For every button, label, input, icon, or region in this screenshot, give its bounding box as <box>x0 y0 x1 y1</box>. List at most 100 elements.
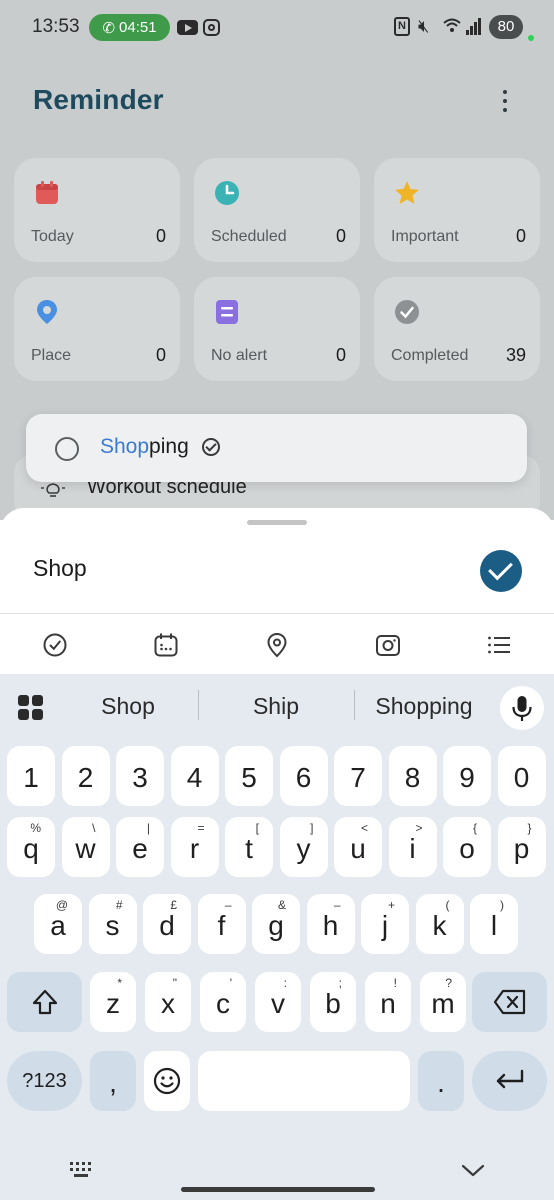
key[interactable]: h – <box>306 894 355 954</box>
key[interactable]: k( <box>415 894 464 954</box>
key[interactable]: w \ <box>61 817 110 877</box>
status-time: 13:53 <box>32 16 80 37</box>
nfc-icon: N <box>394 17 410 36</box>
page-title: Reminder <box>33 84 164 115</box>
phone-icon: ✆ <box>102 19 116 37</box>
card-today[interactable]: Today 0 <box>14 158 180 262</box>
key[interactable]: a @ <box>34 894 82 954</box>
card-label: Important <box>391 228 459 245</box>
navigation-bar <box>0 1150 554 1200</box>
card-place[interactable]: Place 0 <box>14 277 180 381</box>
privacy-indicator-dot <box>528 35 534 41</box>
call-timer: 04:51 <box>119 19 157 36</box>
enter-key[interactable] <box>472 1051 547 1111</box>
divider <box>0 613 554 614</box>
keyboard-switch-icon[interactable] <box>68 1160 96 1180</box>
shift-icon <box>32 989 57 1015</box>
status-bar: 13:53 ✆ 04:51 N 🔇︎ 80 <box>0 12 554 42</box>
key[interactable]: s # <box>88 894 137 954</box>
key[interactable]: q% <box>7 817 55 877</box>
check-circle-icon <box>395 300 419 324</box>
key[interactable]: j + <box>361 894 409 954</box>
card-count: 0 <box>515 226 526 246</box>
card-scheduled[interactable]: Scheduled 0 <box>194 158 360 262</box>
key[interactable]: p} <box>497 817 546 877</box>
ongoing-call-chip[interactable]: ✆ 04:51 <box>89 14 170 41</box>
wifi-icon <box>443 17 461 38</box>
key[interactable]: y] <box>279 817 328 877</box>
save-button[interactable] <box>480 550 522 592</box>
key[interactable]: i > <box>388 817 437 877</box>
key[interactable]: 0 <box>497 746 546 806</box>
key[interactable]: t[ <box>225 817 273 877</box>
key[interactable]: u < <box>334 817 382 877</box>
key[interactable]: g & <box>252 894 300 954</box>
calendar-icon[interactable] <box>153 632 179 658</box>
shift-key[interactable] <box>7 972 82 1032</box>
card-label: Place <box>31 347 72 364</box>
key[interactable]: 5 <box>225 746 273 806</box>
key[interactable]: d £ <box>143 894 191 954</box>
key[interactable]: 3 <box>116 746 164 806</box>
key[interactable]: 9 <box>443 746 491 806</box>
key[interactable]: 1 <box>7 746 55 806</box>
key[interactable]: 6 <box>279 746 328 806</box>
key[interactable]: z * <box>90 972 136 1032</box>
key[interactable]: 7 <box>334 746 382 806</box>
key[interactable]: l) <box>470 894 518 954</box>
card-important[interactable]: Important 0 <box>374 158 540 262</box>
key[interactable]: n! <box>365 972 411 1032</box>
emoji-key[interactable] <box>144 1051 190 1111</box>
key[interactable]: e | <box>116 817 164 877</box>
lightbulb-icon <box>40 478 66 505</box>
mute-icon: 🔇︎ <box>418 16 430 36</box>
key[interactable]: b; <box>310 972 356 1032</box>
new-reminder-sheet: Shop <box>0 508 554 674</box>
backspace-icon <box>493 989 525 1015</box>
backspace-key[interactable] <box>472 972 547 1032</box>
signal-icon <box>466 18 483 35</box>
complete-radio[interactable] <box>55 437 79 461</box>
reminder-title-input[interactable]: Shop <box>33 555 87 582</box>
key[interactable]: x " <box>145 972 191 1032</box>
suggestion-item[interactable]: Shop <box>68 693 188 720</box>
list-icon[interactable] <box>486 632 512 658</box>
smiley-icon <box>153 1067 181 1095</box>
key[interactable]: f – <box>197 894 246 954</box>
card-label: Completed <box>391 347 469 364</box>
suggestion-item[interactable]: Ship <box>210 693 342 720</box>
card-no-alert[interactable]: No alert 0 <box>194 277 360 381</box>
voice-input-button[interactable] <box>500 686 544 730</box>
camera-icon[interactable] <box>375 632 401 658</box>
key[interactable]: 8 <box>388 746 437 806</box>
chevron-down-icon[interactable] <box>460 1160 486 1180</box>
key[interactable]: r = <box>170 817 219 877</box>
suggestion-item[interactable]: Shopping <box>362 693 486 720</box>
space-key[interactable] <box>198 1051 410 1111</box>
check-circle-icon[interactable] <box>42 632 68 658</box>
card-completed[interactable]: Completed 39 <box>374 277 540 381</box>
keyboard-apps-icon[interactable] <box>18 695 44 721</box>
card-label: Scheduled <box>211 228 287 245</box>
battery-indicator: 80 <box>489 15 523 39</box>
key[interactable]: c ' <box>200 972 246 1032</box>
card-label: Today <box>31 228 74 245</box>
card-count: 0 <box>335 345 346 365</box>
home-gesture-bar[interactable] <box>181 1187 375 1192</box>
key[interactable]: 4 <box>170 746 219 806</box>
youtube-icon <box>177 20 198 35</box>
symbols-key[interactable]: ?123 <box>7 1051 82 1111</box>
more-options-icon[interactable] <box>493 88 517 116</box>
location-pin-icon[interactable] <box>264 632 290 658</box>
key[interactable]: 2 <box>61 746 110 806</box>
note-icon <box>216 300 238 324</box>
dragging-list-item[interactable]: Shopping <box>26 414 527 482</box>
check-circle-icon <box>202 438 220 456</box>
comma-key[interactable]: , <box>90 1051 136 1111</box>
sheet-drag-handle[interactable] <box>247 520 307 525</box>
key[interactable]: o{ <box>443 817 491 877</box>
key[interactable]: v: <box>255 972 301 1032</box>
key[interactable]: m? <box>420 972 466 1032</box>
period-key[interactable]: . <box>418 1051 464 1111</box>
clock-icon <box>215 181 239 205</box>
